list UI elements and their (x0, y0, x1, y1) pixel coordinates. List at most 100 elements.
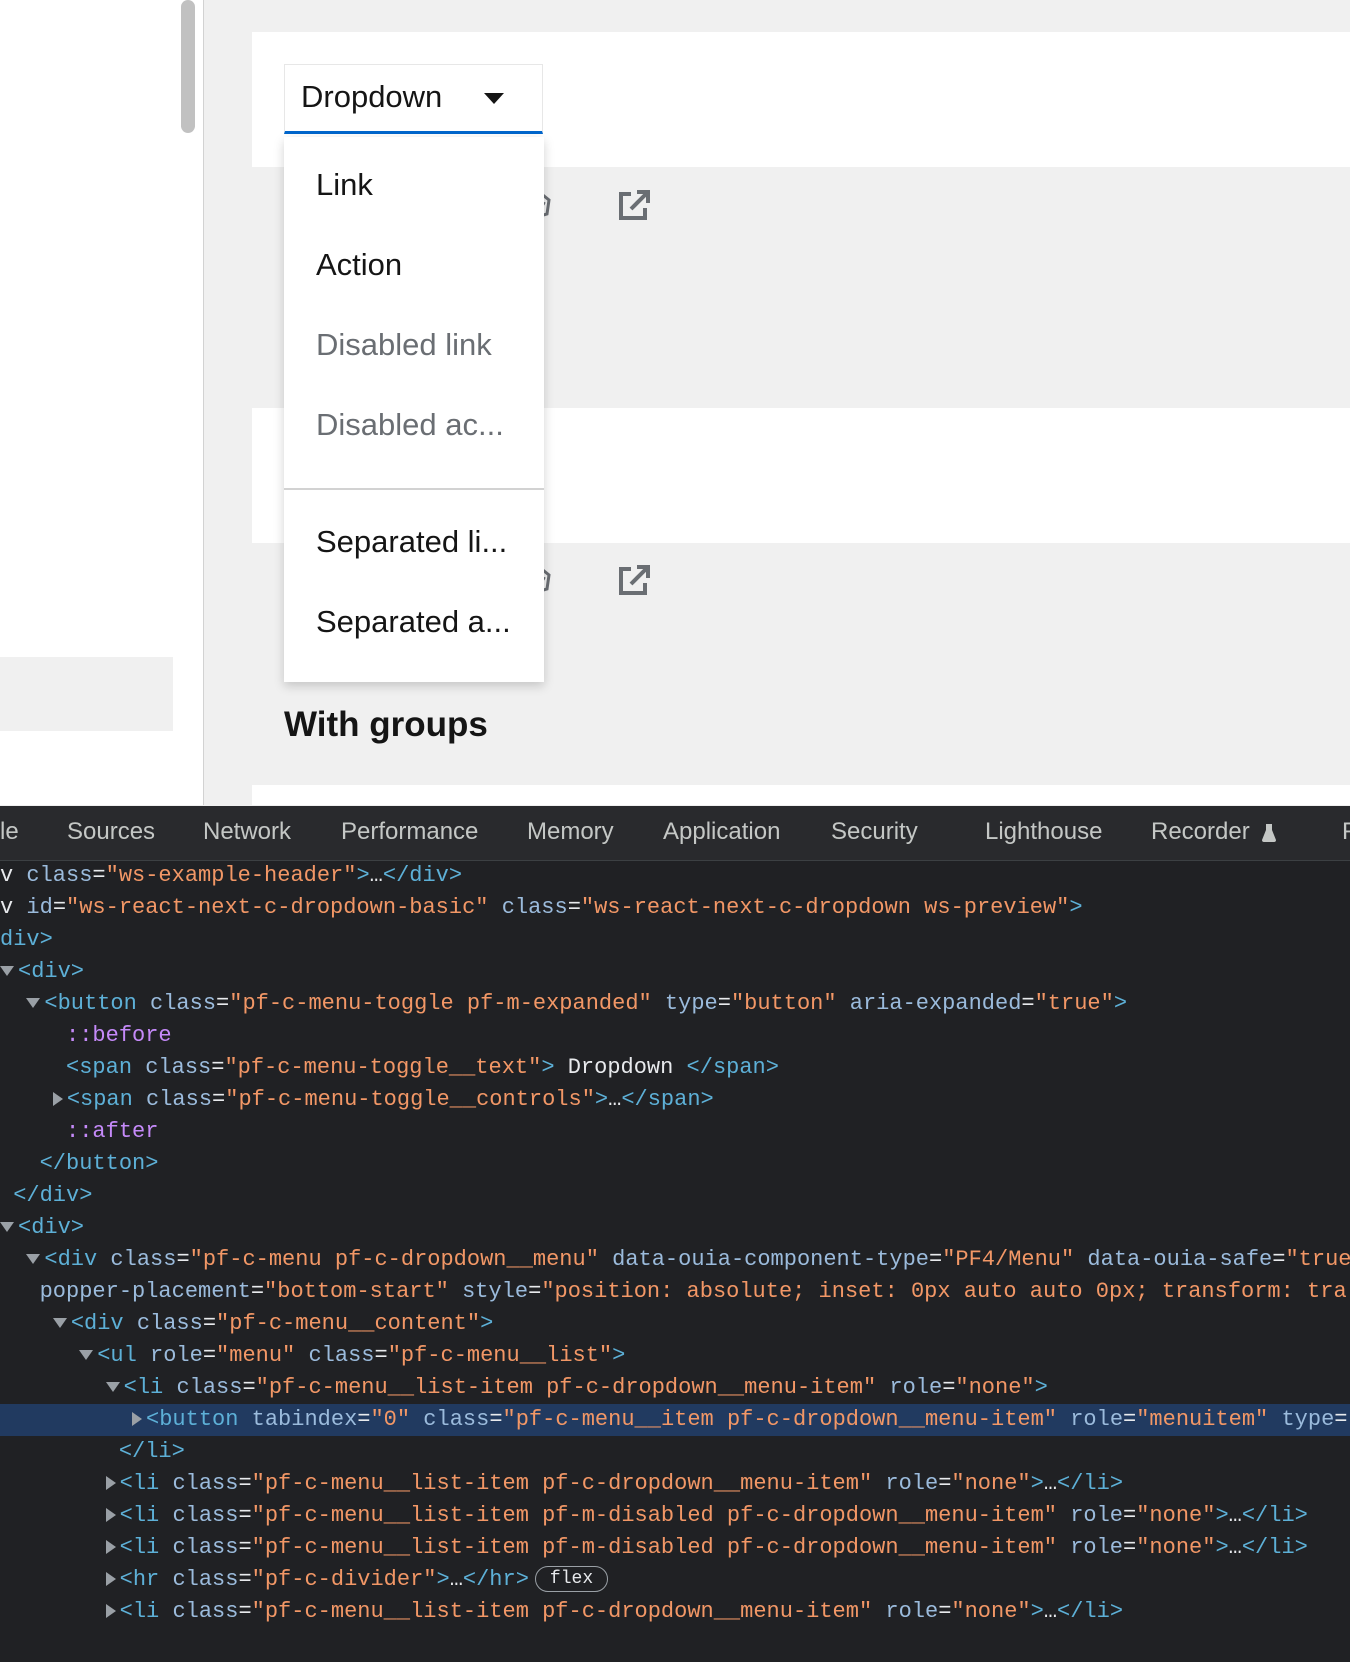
expand-triangle-right-icon[interactable] (105, 1476, 116, 1491)
dom-node-line[interactable]: <ul role="menu" class="pf-c-menu__list"> (0, 1340, 1350, 1372)
expand-triangle-right-icon[interactable] (52, 1092, 63, 1107)
code-token: <li (119, 1535, 173, 1560)
dom-node-line[interactable]: v class="ws-example-header">…</div> (0, 860, 1350, 892)
tab-network[interactable]: Network (203, 818, 291, 846)
expand-triangle-right-icon[interactable] (105, 1604, 116, 1619)
nav-selected-item[interactable] (0, 657, 173, 731)
tab-security[interactable]: Security (831, 818, 918, 846)
expand-triangle-right-icon[interactable] (132, 1412, 143, 1427)
caret-down-icon (484, 93, 504, 104)
dom-node-line[interactable]: <div class="pf-c-menu__content"> (0, 1308, 1350, 1340)
external-link-icon[interactable] (617, 563, 651, 597)
code-token: style (462, 1279, 529, 1304)
flex-badge[interactable]: flex (534, 1566, 609, 1593)
dom-node-line[interactable]: </button> (0, 1148, 1350, 1180)
code-token: <span (66, 1087, 147, 1112)
expand-triangle-down-icon[interactable] (0, 1222, 14, 1233)
code-token: = (216, 991, 230, 1016)
dom-node-line[interactable]: <li class="pf-c-menu__list-item pf-m-dis… (0, 1500, 1350, 1532)
expand-triangle-down-icon[interactable] (26, 998, 41, 1009)
menu-item-separated-link[interactable]: Separated li... (284, 506, 544, 578)
dom-node-line[interactable]: <div> (0, 1212, 1350, 1244)
code-token: </li> (1241, 1535, 1308, 1560)
expand-triangle-down-icon[interactable] (105, 1382, 120, 1393)
tab-performance[interactable]: Performance (341, 818, 478, 846)
expand-triangle-right-icon[interactable] (105, 1572, 116, 1587)
code-token: … (608, 1087, 622, 1112)
nav-scrollbar[interactable] (173, 0, 204, 805)
expand-triangle-down-icon[interactable] (52, 1318, 67, 1329)
dom-node-line[interactable]: <div class="pf-c-menu pf-c-dropdown__men… (0, 1244, 1350, 1276)
code-token: = (202, 1343, 217, 1368)
dom-node-line[interactable]: <span class="pf-c-menu-toggle__text"> Dr… (0, 1052, 1350, 1084)
tab-memory[interactable]: Memory (527, 818, 614, 846)
menu-item-action[interactable]: Action (284, 229, 544, 301)
section-heading-with-groups: With groups (284, 705, 488, 744)
dom-node-line[interactable]: <li class="pf-c-menu__list-item pf-c-dro… (0, 1596, 1350, 1628)
scrollbar-thumb[interactable] (181, 0, 195, 133)
code-token: "pf-c-menu__item pf-c-dropdown__menu-ite… (502, 1407, 1058, 1432)
expand-triangle-down-icon[interactable] (26, 1254, 41, 1265)
expand-triangle-right-icon[interactable] (105, 1540, 116, 1555)
expand-triangle-down-icon[interactable] (0, 966, 14, 977)
code-token: "PF4/Menu" (942, 1247, 1075, 1272)
dom-node-line[interactable]: <span class="pf-c-menu-toggle__controls"… (0, 1084, 1350, 1116)
code-token: <div (44, 1247, 111, 1272)
code-token: > (1215, 1535, 1229, 1560)
dom-node-line[interactable]: <button tabindex="0" class="pf-c-menu__i… (0, 1404, 1350, 1436)
dom-node-line[interactable]: <div> (0, 956, 1350, 988)
dom-node-line[interactable]: div> (0, 924, 1350, 956)
dom-node-line[interactable]: <li class="pf-c-menu__list-item pf-m-dis… (0, 1532, 1350, 1564)
code-token: = (1334, 1407, 1348, 1432)
dropdown-toggle[interactable]: Dropdown (284, 64, 543, 134)
code-token: = (938, 1599, 952, 1624)
dom-node-line[interactable]: <li class="pf-c-menu__list-item pf-c-dro… (0, 1468, 1350, 1500)
dom-node-line[interactable]: <button class="pf-c-menu-toggle pf-m-exp… (0, 988, 1350, 1020)
tab-console[interactable]: le (0, 818, 19, 846)
code-token: "pf-c-menu__list-item pf-c-dropdown__men… (251, 1471, 873, 1496)
expand-triangle-right-icon[interactable] (105, 1508, 116, 1523)
expand-triangle-down-icon[interactable] (79, 1350, 94, 1361)
code-token: v (0, 863, 27, 888)
tab-recorder[interactable]: Recorder (1151, 818, 1277, 846)
code-token: role (885, 1471, 939, 1496)
code-token: role (885, 1599, 939, 1624)
code-token: class (172, 1567, 239, 1592)
tab-more[interactable]: F (1342, 818, 1350, 846)
tab-application[interactable]: Application (663, 818, 780, 846)
code-token: role (1070, 1503, 1124, 1528)
dom-node-line[interactable]: <li class="pf-c-menu__list-item pf-c-dro… (0, 1372, 1350, 1404)
dom-node-line[interactable]: </div> (0, 1180, 1350, 1212)
dom-node-line[interactable]: ::after (0, 1116, 1350, 1148)
external-link-icon[interactable] (617, 188, 651, 222)
code-token: class (172, 1471, 239, 1496)
menu-item-link[interactable]: Link (284, 149, 544, 221)
code-token: = (238, 1471, 252, 1496)
dom-node-line[interactable]: popper-placement="bottom-start" style="p… (0, 1276, 1350, 1308)
menu-item-separated-action[interactable]: Separated a... (284, 586, 544, 658)
dropdown-toggle-text: Dropdown (301, 79, 443, 114)
dom-node-line[interactable]: </li> (0, 1436, 1350, 1468)
tab-sources[interactable]: Sources (67, 818, 155, 846)
dom-node-line[interactable]: <hr class="pf-c-divider">…</hr> flex (0, 1564, 1350, 1596)
code-token: </li> (1057, 1471, 1124, 1496)
code-token: type (664, 991, 718, 1016)
code-token: = (202, 1311, 217, 1336)
code-token: class (308, 1343, 375, 1368)
code-token: data-ouia-safe (1087, 1247, 1273, 1272)
tab-lighthouse[interactable]: Lighthouse (985, 818, 1102, 846)
dom-node-line[interactable]: v id="ws-react-next-c-dropdown-basic" cl… (0, 892, 1350, 924)
dom-node-line[interactable]: ::before (0, 1020, 1350, 1052)
code-token: "pf-c-menu__list-item pf-c-dropdown__men… (255, 1375, 877, 1400)
code-token: <button (146, 1407, 252, 1432)
